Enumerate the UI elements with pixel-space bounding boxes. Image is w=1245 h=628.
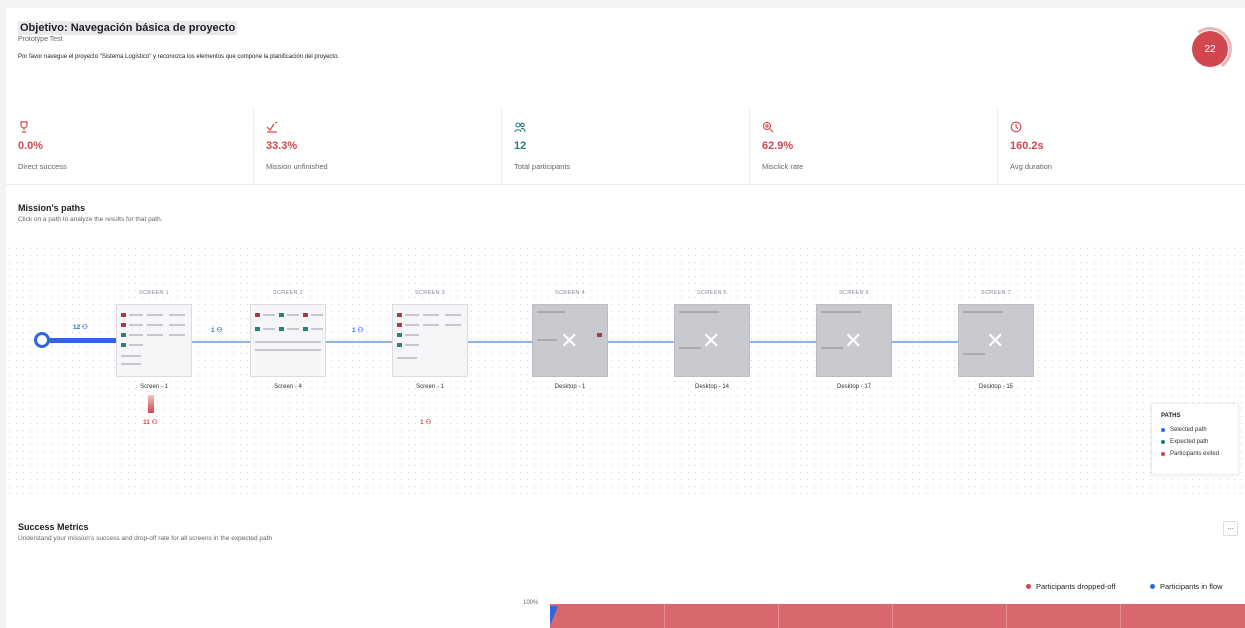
- selected-path-start[interactable]: [46, 338, 118, 343]
- screen-label: Desktop - 14: [694, 384, 730, 390]
- axis-tick-100: 100%: [523, 600, 539, 606]
- screen-header: SCREEN 6: [839, 290, 869, 296]
- paths-section-subtitle: Click on a path to analyze the results f…: [18, 216, 163, 223]
- path-count-link2: 1 ⚇: [352, 327, 364, 334]
- close-icon: ✕: [844, 328, 863, 353]
- metric-label: Mission unfinished: [266, 162, 328, 171]
- metrics-row: 0.0% Direct success 33.3% Mission unfini…: [6, 109, 1245, 185]
- legend-item-selected: Selected path: [1161, 427, 1229, 433]
- path-line[interactable]: [892, 341, 958, 343]
- metric-value: 12: [514, 140, 527, 152]
- path-count-start: 12 ⚇: [73, 324, 88, 331]
- metric-label: Avg duration: [1010, 162, 1052, 171]
- participants-icon: ⚇: [216, 327, 223, 334]
- paths-section-title: Mission's paths: [18, 203, 86, 213]
- screen-header: SCREEN 1: [139, 290, 169, 296]
- legend-item-expected: Expected path: [1161, 439, 1229, 445]
- metric-label: Misclick rate: [762, 162, 804, 171]
- close-icon: ✕: [702, 328, 721, 353]
- path-line[interactable]: [326, 341, 392, 343]
- screen-thumbnail[interactable]: ✕: [674, 304, 750, 377]
- metric-value: 160.2s: [1010, 140, 1044, 152]
- path-start-node[interactable]: [34, 332, 50, 348]
- screen-thumbnail[interactable]: ✕: [816, 304, 892, 377]
- participants-icon: ⚇: [357, 327, 364, 334]
- unfinished-icon: [266, 121, 278, 133]
- legend-item-exited: Participants exited: [1161, 451, 1229, 457]
- path-line[interactable]: [608, 341, 674, 343]
- metric-total-participants: 12 Total participants: [502, 109, 750, 184]
- legend-dropped-off: Participants dropped-off: [1026, 582, 1116, 591]
- exit-count-screen3: 1 ⚇: [420, 419, 432, 426]
- path-line[interactable]: [750, 341, 816, 343]
- legend-title: PATHS: [1161, 413, 1181, 419]
- metric-mission-unfinished: 33.3% Mission unfinished: [254, 109, 502, 184]
- metric-misclick-rate: 62.9% Misclick rate: [750, 109, 998, 184]
- success-metrics-title: Success Metrics: [18, 522, 89, 532]
- screen-label: Desktop - 17: [836, 384, 872, 390]
- screen-header: SCREEN 5: [697, 290, 727, 296]
- participants-icon: ⚇: [425, 419, 432, 426]
- page-subtitle: Prototype Test: [18, 36, 63, 43]
- screen-thumbnail[interactable]: ✕: [532, 304, 608, 377]
- metric-label: Total participants: [514, 162, 571, 171]
- misclick-icon: [762, 121, 774, 133]
- score-badge: 22: [1192, 31, 1228, 67]
- close-icon: ✕: [986, 328, 1005, 353]
- success-metrics-subtitle: Understand your mission's success and dr…: [18, 535, 273, 542]
- exit-count-screen1: 11 ⚇: [143, 419, 158, 426]
- screen-thumbnail[interactable]: [250, 304, 326, 377]
- more-options-button[interactable]: ...: [1223, 521, 1238, 536]
- page-title: Objetivo: Navegación básica de proyecto: [18, 21, 238, 35]
- screen-label: Desktop - 15: [978, 384, 1014, 390]
- dropoff-bar[interactable]: [148, 395, 154, 413]
- path-count-link1: 1 ⚇: [211, 327, 223, 334]
- screen-header: SCREEN 7: [981, 290, 1011, 296]
- clock-icon: [1010, 121, 1022, 133]
- screen-thumbnail[interactable]: ✕: [958, 304, 1034, 377]
- screen-label: Screen - 4: [274, 384, 302, 390]
- inflow-area: [550, 606, 558, 626]
- mission-results-page: Objetivo: Navegación básica de proyecto …: [6, 8, 1245, 628]
- screen-header: SCREEN 2: [273, 290, 303, 296]
- metric-value: 62.9%: [762, 140, 794, 152]
- path-line[interactable]: [192, 341, 250, 343]
- screen-thumbnail[interactable]: [392, 304, 468, 377]
- screen-label: Desktop - 1: [554, 384, 586, 390]
- close-icon: ✕: [560, 328, 579, 353]
- participants-icon: ⚇: [82, 324, 88, 331]
- metric-value: 33.3%: [266, 140, 298, 152]
- screen-label: Screen - 1: [416, 384, 444, 390]
- paths-legend: PATHS Selected path Expected path Partic…: [1151, 403, 1239, 475]
- legend-in-flow: Participants in flow: [1150, 582, 1223, 591]
- metric-avg-duration: 160.2s Avg duration: [998, 109, 1245, 184]
- path-line[interactable]: [468, 341, 532, 343]
- trophy-icon: [20, 121, 28, 133]
- screen-thumbnail[interactable]: [116, 304, 192, 377]
- screen-header: SCREEN 4: [555, 290, 585, 296]
- screen-label: Screen - 1: [140, 384, 168, 390]
- mission-description: Por favor navegue el proyecto "Sistema L…: [18, 54, 340, 60]
- screen-header: SCREEN 3: [415, 290, 445, 296]
- metric-label: Direct success: [18, 162, 67, 171]
- participants-icon: ⚇: [151, 419, 158, 426]
- metric-direct-success: 0.0% Direct success: [6, 109, 254, 184]
- dropoff-area: [550, 604, 1245, 628]
- metric-value: 0.0%: [18, 140, 44, 152]
- participants-icon: [514, 122, 526, 133]
